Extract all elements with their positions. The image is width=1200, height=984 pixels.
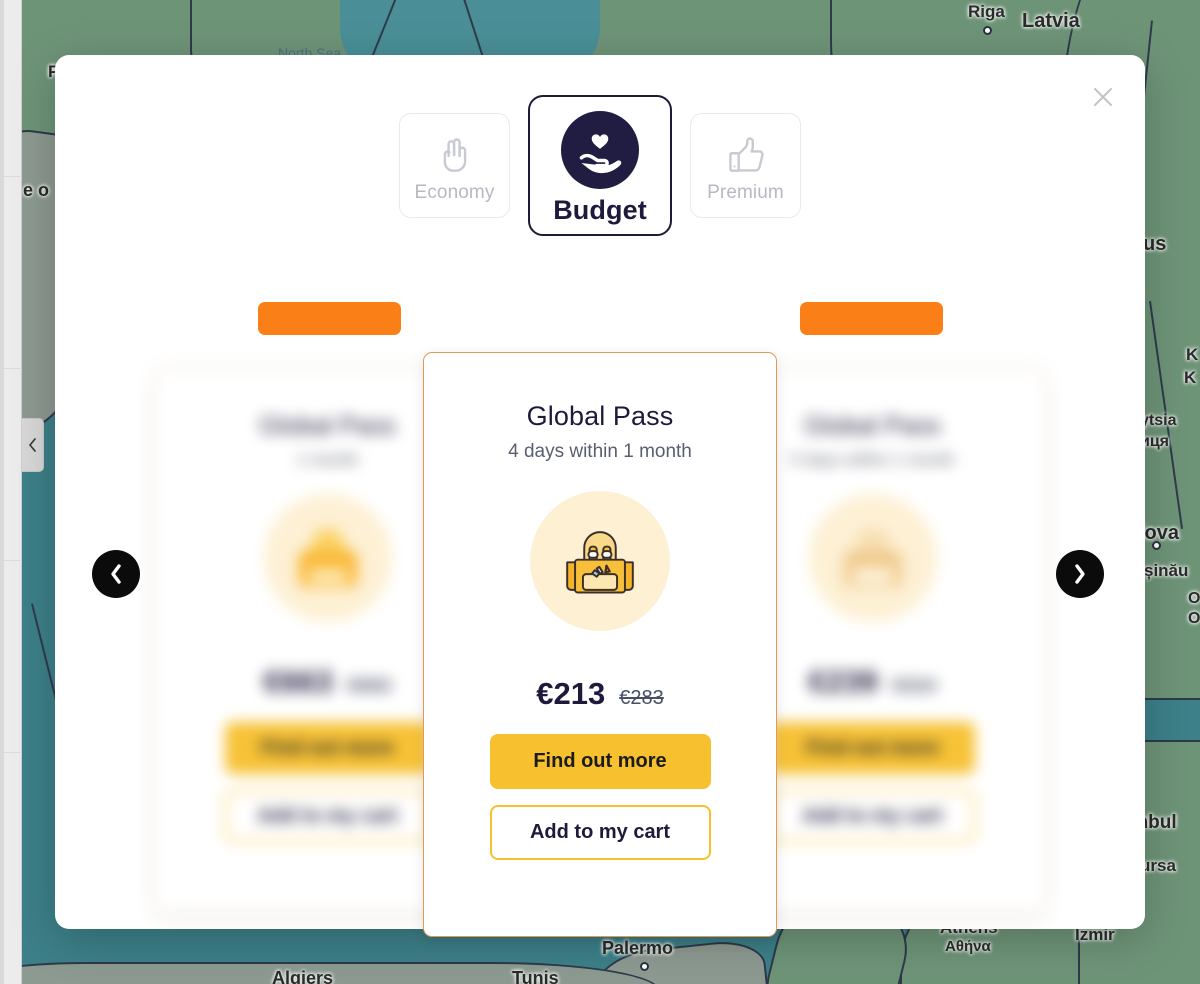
pass-icon-disc: [808, 494, 937, 622]
hand-holding-heart-icon: [561, 111, 639, 189]
pass-subtitle: 4 days within 1 month: [508, 441, 692, 462]
map-label: șinău: [1144, 561, 1189, 580]
map-label: ursa: [1140, 856, 1176, 875]
pass-card-center[interactable]: Global Pass 4 days within 1 month €213 €…: [423, 352, 777, 937]
promo-badge-left: [258, 302, 401, 335]
city-dot-riga: [983, 26, 992, 35]
rail-divider: [4, 368, 22, 369]
map-label: O: [1188, 590, 1200, 607]
map-label: Riga: [968, 2, 1005, 21]
rail-divider: [4, 176, 22, 177]
add-to-cart-button[interactable]: Add to my cart: [770, 790, 975, 842]
carousel-next-button[interactable]: [1056, 550, 1104, 598]
close-button[interactable]: [1083, 77, 1123, 117]
add-to-cart-button[interactable]: Add to my cart: [225, 790, 430, 842]
tab-budget[interactable]: Budget: [528, 95, 672, 236]
thumbs-up-icon: [728, 136, 764, 172]
map-label: K: [1184, 368, 1197, 387]
pass-icon-disc: [530, 491, 670, 631]
backpack-icon: [566, 531, 634, 594]
add-to-cart-button[interactable]: Add to my cart: [489, 805, 711, 860]
pass-price-current: €239: [808, 664, 878, 699]
map-label: lova: [1139, 522, 1180, 544]
find-out-more-button[interactable]: Find out more: [225, 722, 430, 774]
map-label: K: [1186, 345, 1199, 364]
rail-divider: [4, 752, 22, 753]
map-label: Αθήνα: [945, 938, 991, 955]
pass-title: Global Pass: [259, 412, 396, 440]
chevron-right-icon: [1075, 564, 1085, 584]
tab-premium-label: Premium: [707, 181, 784, 203]
pass-price-row: €663 €883: [264, 664, 391, 700]
pass-selection-modal: Economy Budget Premium Global Pass 1 mon…: [55, 55, 1145, 937]
pass-title: Global Pass: [526, 401, 674, 431]
pass-title: Global Pass: [804, 412, 941, 440]
pass-carousel: Global Pass 1 month €663 €883 Find out m…: [55, 230, 1145, 937]
backpack-icon: [298, 528, 357, 588]
map-label: Algiers: [272, 968, 334, 984]
carousel-prev-button[interactable]: [92, 550, 140, 598]
map-label: ytsia: [1140, 412, 1177, 429]
chevron-left-icon: [111, 564, 121, 584]
map-label: Latvia: [1022, 10, 1080, 32]
map-label: O: [1188, 610, 1200, 627]
two-fingers-hand-icon: [443, 137, 466, 172]
backpack-icon: [843, 528, 902, 588]
close-icon: [1094, 88, 1112, 106]
pass-price-original: €883: [346, 675, 392, 697]
pass-price-original: €283: [619, 687, 664, 709]
pass-icon-disc: [263, 494, 392, 622]
find-out-more-button[interactable]: Find out more: [489, 734, 711, 789]
pass-subtitle: 5 days within 1 month: [790, 450, 955, 469]
left-rail: [0, 0, 22, 984]
left-rail-inner: [4, 0, 22, 984]
pass-price-row: €213 €283: [536, 676, 663, 712]
map-label: us: [1143, 233, 1167, 255]
rail-divider: [4, 560, 22, 561]
city-dot-palermo: [640, 962, 649, 971]
map-label: Palermo: [602, 938, 674, 958]
sidebar-collapse-button[interactable]: [22, 418, 44, 472]
pass-price-current: €663: [263, 664, 333, 699]
tab-premium[interactable]: Premium: [690, 113, 801, 218]
find-out-more-button[interactable]: Find out more: [770, 722, 975, 774]
pass-price-row: €239 €319: [809, 664, 936, 700]
tab-economy[interactable]: Economy: [399, 113, 510, 218]
pass-price-original: €319: [891, 675, 937, 697]
tier-tab-group: Economy Budget Premium: [55, 95, 1145, 236]
map-label: Tunis: [512, 968, 559, 984]
tab-budget-label: Budget: [553, 195, 647, 225]
map-label: e o: [23, 180, 50, 200]
chevron-left-icon: [29, 438, 36, 452]
pass-price-current: €213: [536, 676, 606, 711]
pass-subtitle: 1 month: [296, 450, 359, 469]
promo-badge-right: [800, 302, 943, 335]
tab-economy-label: Economy: [414, 181, 495, 203]
